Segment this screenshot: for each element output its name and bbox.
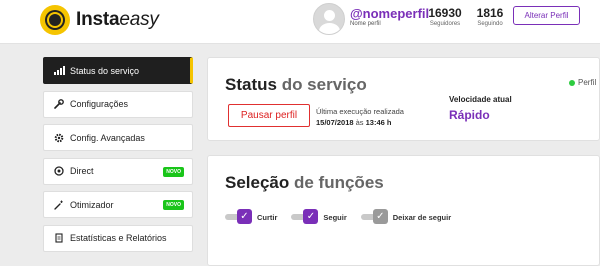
- sidebar-item-label: Estatísticas e Relatórios: [70, 233, 167, 244]
- new-badge: NOVO: [163, 200, 184, 211]
- toggle-label: Seguir: [323, 212, 347, 222]
- following-count: 1816: [476, 6, 504, 20]
- following-label: Seguindo: [477, 21, 503, 27]
- followers-stat: 16930 Seguidores: [425, 6, 465, 27]
- gear-icon: [54, 133, 64, 143]
- toggle-label: Deixar de seguir: [392, 212, 452, 222]
- sidebar-item-configuracoes[interactable]: Configurações: [43, 90, 193, 118]
- user-body-shape: [319, 23, 340, 34]
- target-icon: [54, 166, 64, 176]
- sidebar-item-otimizador[interactable]: Otimizador NOVO: [43, 191, 193, 219]
- online-dot-icon: [569, 79, 575, 86]
- speed-value: Rápido: [449, 108, 490, 122]
- check-icon: ✓: [372, 209, 388, 224]
- document-icon: [54, 233, 64, 244]
- profile-avatar[interactable]: [313, 3, 345, 35]
- sidebar-menu: Status do serviço Configurações Config. …: [43, 57, 193, 259]
- app-brand: Instaeasy: [76, 9, 159, 30]
- sidebar-item-direct[interactable]: Direct NOVO: [43, 157, 193, 185]
- toggle-label: Curtir: [257, 212, 278, 222]
- check-icon: ✓: [237, 209, 252, 224]
- bar-chart-icon: [53, 66, 65, 76]
- pause-profile-button[interactable]: Pausar perfil: [228, 104, 310, 127]
- sidebar-item-label: Config. Avançadas: [70, 132, 145, 143]
- sidebar-item-label: Configurações: [70, 99, 129, 110]
- toggle-deixar-de-seguir[interactable]: ✓ Deixar de seguir: [360, 209, 452, 224]
- panel-title: Seleção de funções: [225, 173, 384, 192]
- followers-label: Seguidores: [429, 21, 461, 27]
- sidebar-item-label: Direct: [70, 166, 94, 177]
- profile-handle: @nomeperfil: [350, 6, 430, 21]
- function-selection-panel: Seleção de funções ✓ Curtir ✓ Seguir ✓ D…: [207, 155, 600, 266]
- speed-label: Velocidade atual: [449, 95, 512, 104]
- user-head-shape: [324, 10, 335, 21]
- toggle-curtir[interactable]: ✓ Curtir: [225, 209, 278, 224]
- sidebar-item-estatisticas[interactable]: Estatísticas e Relatórios: [43, 224, 193, 252]
- toggle-seguir[interactable]: ✓ Seguir: [291, 209, 347, 224]
- check-icon: ✓: [303, 209, 319, 224]
- profile-status-indicator: Perfil: [569, 78, 596, 87]
- top-header: Instaeasy @nomeperfil Nome perfil 16930 …: [0, 0, 600, 44]
- sidebar-item-label: Otimizador: [70, 199, 114, 210]
- last-execution-label: Última execução realizada: [316, 107, 404, 116]
- wrench-icon: [54, 99, 64, 109]
- magic-wand-icon: [54, 200, 64, 210]
- profile-display-name: Nome perfil: [350, 21, 381, 27]
- sidebar-item-label: Status do serviço: [70, 65, 140, 76]
- following-stat: 1816 Seguindo: [474, 6, 506, 27]
- app-logo[interactable]: Instaeasy: [40, 5, 159, 35]
- last-execution-info: Última execução realizada 15/07/2018 às …: [316, 106, 404, 128]
- followers-count: 16930: [428, 6, 462, 20]
- toggle-switch[interactable]: ✓: [360, 209, 388, 224]
- alter-profile-button[interactable]: Alterar Perfil: [513, 6, 580, 25]
- toggle-switch[interactable]: ✓: [225, 209, 252, 224]
- service-status-panel: Status do serviço Perfil Pausar perfil Ú…: [207, 57, 600, 141]
- sidebar-item-status[interactable]: Status do serviço: [43, 57, 193, 84]
- new-badge: NOVO: [163, 166, 184, 177]
- profile-status-label: Perfil: [578, 78, 597, 87]
- last-execution-datetime: 15/07/2018 às 13:46 h: [316, 118, 392, 127]
- function-toggles: ✓ Curtir ✓ Seguir ✓ Deixar de seguir: [225, 209, 465, 224]
- panel-title: Status do serviço: [225, 75, 367, 94]
- toggle-switch[interactable]: ✓: [291, 209, 319, 224]
- sidebar-item-config-avancadas[interactable]: Config. Avançadas: [43, 124, 193, 152]
- instaeasy-logo-icon: [40, 5, 70, 35]
